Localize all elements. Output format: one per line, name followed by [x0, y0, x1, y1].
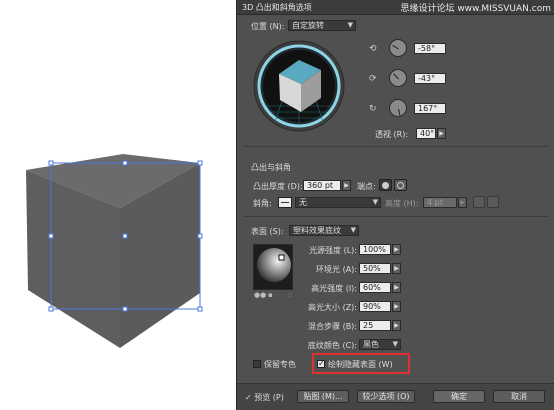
dialog-titlebar: 3D 凸出和斜角选项 思缘设计论坛 www.MISSVUAN.com	[237, 0, 554, 15]
perspective-input[interactable]: 40°	[416, 128, 436, 139]
x-rotation-input[interactable]: -58°	[414, 43, 446, 54]
extrude-section-label: 凸出与斜角	[251, 163, 291, 172]
y-rotation-dial[interactable]	[389, 69, 407, 87]
cap-on-button[interactable]	[379, 179, 392, 191]
ambient-light-label: 环境光 (A):	[316, 265, 357, 274]
bevel-out-icon[interactable]	[473, 196, 485, 208]
lighting-sphere-preview[interactable]	[253, 244, 293, 290]
surface-label: 表面 (S):	[251, 227, 284, 236]
ambient-light-input[interactable]: 50%	[359, 263, 391, 274]
highlight-intensity-label: 高光强度 (I):	[311, 284, 357, 293]
position-dropdown-value: 自定旋转	[292, 21, 324, 30]
new-light-icon[interactable]: ▪	[268, 291, 273, 299]
cap-label: 端点:	[357, 182, 376, 191]
extrude-depth-input[interactable]: 360 pt	[303, 180, 341, 191]
position-label: 位置 (N):	[251, 22, 285, 31]
preview-label: 预览 (P)	[254, 393, 284, 402]
cap-on-icon	[382, 182, 389, 189]
extrude-depth-label: 凸出厚度 (D):	[253, 182, 303, 191]
ambient-light-arrow-icon[interactable]: ▶	[392, 263, 401, 274]
blend-steps-input[interactable]: 25	[359, 320, 391, 331]
extrude-depth-arrow-icon[interactable]: ▶	[342, 180, 351, 191]
blend-steps-label: 混合步骤 (B):	[308, 322, 357, 331]
bevel-dropdown[interactable]: 无 ▼	[295, 197, 381, 208]
divider	[243, 216, 549, 217]
position-dropdown[interactable]: 自定旋转 ▼	[288, 20, 356, 31]
z-rotation-dial[interactable]	[389, 99, 407, 117]
shading-color-label: 底纹颜色 (C):	[307, 341, 357, 350]
annotation-highlight-box	[312, 353, 410, 374]
highlight-intensity-arrow-icon[interactable]: ▶	[392, 282, 401, 293]
light-source-handle	[278, 254, 285, 261]
y-rotation-input[interactable]: -43°	[414, 73, 446, 84]
perspective-arrow-icon[interactable]: ▶	[437, 128, 446, 139]
x-rotation-dial[interactable]	[389, 39, 407, 57]
chevron-down-icon: ▼	[347, 21, 353, 29]
artboard	[0, 0, 236, 410]
x-axis-icon: ⟲	[369, 44, 377, 54]
highlight-size-input[interactable]: 90%	[359, 301, 391, 312]
y-axis-icon: ⟳	[369, 74, 377, 84]
blend-steps-arrow-icon[interactable]: ▶	[392, 320, 401, 331]
z-axis-icon: ↻	[369, 104, 377, 114]
map-art-button[interactable]: 贴图 (M)...	[297, 390, 349, 403]
dialog-title: 3D 凸出和斜角选项	[242, 3, 312, 12]
preview-checkbox-label[interactable]: ✓ 预览 (P)	[245, 392, 284, 403]
bevel-label: 斜角:	[253, 199, 272, 208]
cap-off-button[interactable]	[394, 179, 407, 191]
light-intensity-input[interactable]: 100%	[359, 244, 391, 255]
perspective-label: 透视 (R):	[375, 130, 409, 139]
light-intensity-label: 光源强度 (L):	[309, 246, 357, 255]
rotation-track-cube[interactable]	[253, 40, 345, 132]
3d-cube-object[interactable]	[0, 0, 236, 410]
cancel-button[interactable]: 取消	[493, 390, 545, 403]
highlight-intensity-input[interactable]: 60%	[359, 282, 391, 293]
bevel-preview-icon	[278, 197, 292, 208]
preserve-spot-label: 保留专色	[264, 360, 296, 369]
shading-color-dropdown[interactable]: 黑色 ▼	[359, 339, 401, 350]
watermark: 思缘设计论坛 www.MISSVUAN.com	[400, 4, 551, 14]
height-input[interactable]: 4 pt	[423, 197, 457, 208]
ok-button[interactable]: 确定	[433, 390, 485, 403]
preserve-spot-checkbox[interactable]	[253, 360, 261, 368]
chevron-down-icon: ▼	[350, 226, 356, 234]
highlight-size-arrow-icon[interactable]: ▶	[392, 301, 401, 312]
z-rotation-input[interactable]: 167°	[414, 103, 446, 114]
fewer-options-button[interactable]: 较少选项 (O)	[357, 390, 415, 403]
bevel-in-icon[interactable]	[487, 196, 499, 208]
delete-light-icon[interactable]: ▫	[288, 291, 293, 299]
bevel-dropdown-value: 无	[299, 198, 307, 207]
dialog-footer: ✓ 预览 (P) 贴图 (M)... 较少选项 (O) 确定 取消	[237, 383, 554, 410]
surface-dropdown-value: 塑料效果底纹	[293, 226, 341, 235]
3d-extrude-bevel-dialog: 3D 凸出和斜角选项 思缘设计论坛 www.MISSVUAN.com 位置 (N…	[236, 0, 554, 410]
light-move-back-icon[interactable]: ●●	[254, 291, 266, 299]
highlight-size-label: 高光大小 (Z):	[308, 303, 357, 312]
chevron-down-icon: ▼	[392, 340, 398, 348]
cap-off-icon	[397, 182, 404, 189]
height-label: 高度 (H):	[385, 199, 419, 208]
light-intensity-arrow-icon[interactable]: ▶	[392, 244, 401, 255]
chevron-down-icon: ▼	[372, 198, 378, 206]
shading-color-value: 黑色	[363, 340, 379, 349]
divider	[243, 146, 549, 147]
height-arrow-icon[interactable]: ▶	[458, 197, 467, 208]
surface-dropdown[interactable]: 塑料效果底纹 ▼	[289, 225, 359, 236]
